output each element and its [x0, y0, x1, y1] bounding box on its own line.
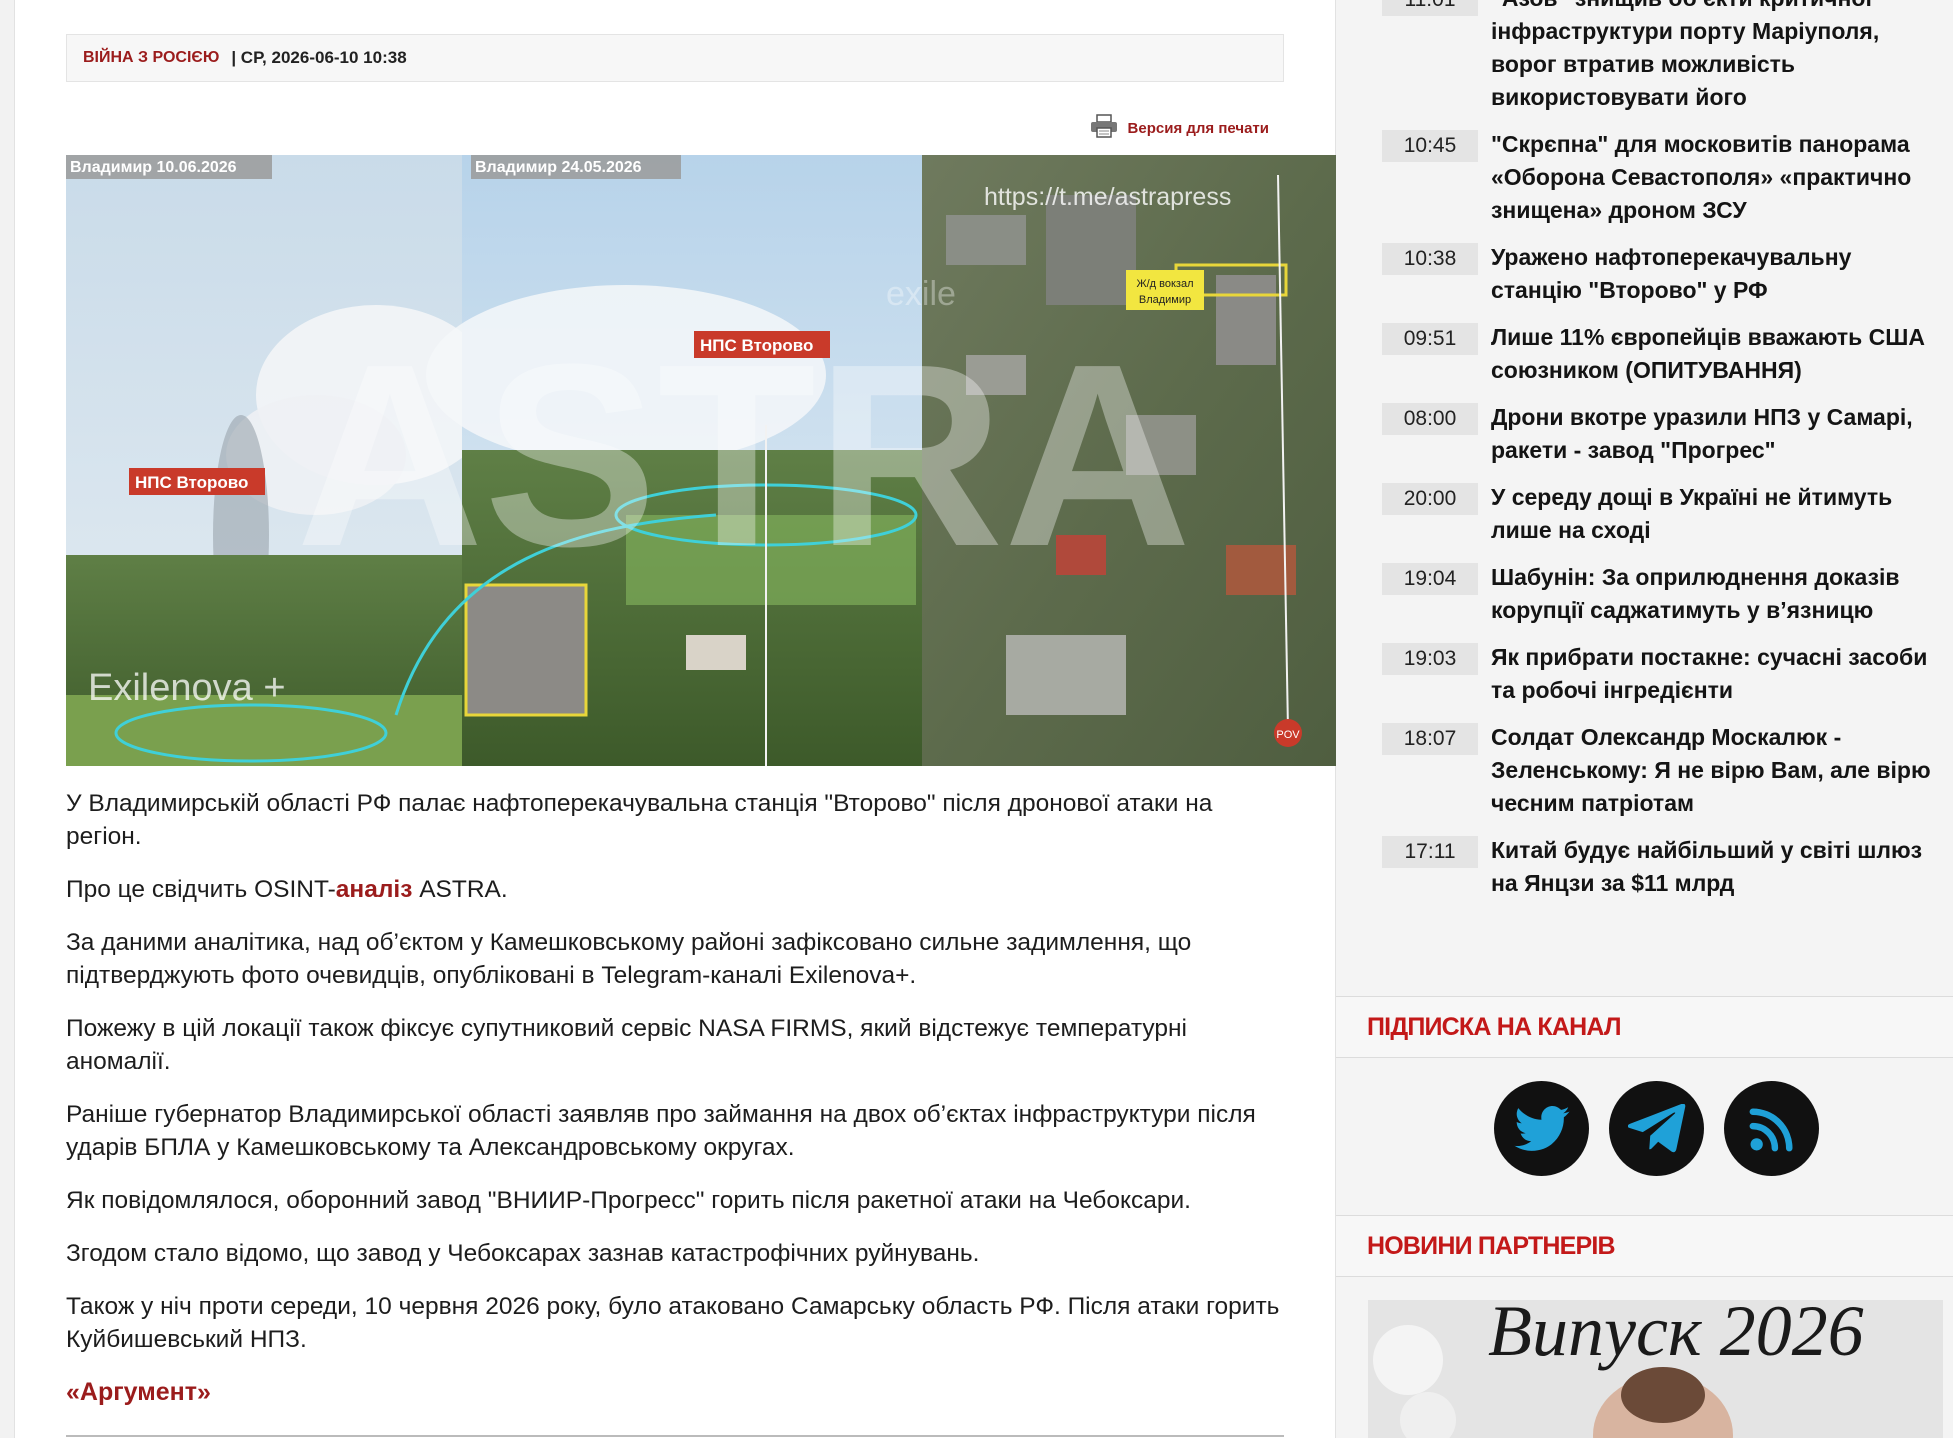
article-body: У Владимирській області РФ палає нафтопе…	[66, 787, 1291, 1429]
station-label-line2: Владимир	[1139, 294, 1191, 306]
panel2-date-label: Владимир 24.05.2026	[475, 159, 642, 176]
news-time: 18:07	[1382, 723, 1478, 755]
npss-label-2: НПС Второво	[700, 336, 813, 355]
paragraph-text: Про це свідчить OSINT-	[66, 876, 336, 903]
article-paragraph: Як повідомлялося, оборонний завод "ВНИИР…	[66, 1187, 1191, 1214]
npss-label-1: НПС Второво	[135, 473, 248, 492]
news-time: 09:51	[1382, 323, 1478, 355]
social-buttons	[1494, 1081, 1819, 1176]
astrapress-url: https://t.me/astrapress	[984, 183, 1231, 211]
twitter-button[interactable]	[1494, 1081, 1589, 1176]
article-paragraph: Пожежу в цій локації також фіксує супутн…	[66, 1015, 1187, 1075]
news-item[interactable]: 17:11 Китай будує найбільший у світі шлюз…	[1382, 834, 1942, 900]
news-time: 08:00	[1382, 403, 1478, 435]
news-item[interactable]: 19:03 Як прибрати постакне: сучасні засоб…	[1382, 641, 1942, 707]
source-credit[interactable]: «Аргумент»	[66, 1376, 1291, 1409]
news-item[interactable]: 09:51 Лише 11% європейців вважають США со…	[1382, 321, 1942, 387]
news-title-link[interactable]: Китай будує найбільший у світі шлюз на Я…	[1491, 834, 1942, 900]
news-title-link[interactable]: Солдат Олександр Москалюк - Зеленському:…	[1491, 721, 1942, 820]
news-item[interactable]: 18:07 Солдат Олександр Москалюк - Зеленсь…	[1382, 721, 1942, 820]
news-time: 11:01	[1382, 0, 1478, 16]
rss-icon	[1749, 1107, 1793, 1151]
news-time: 19:03	[1382, 643, 1478, 675]
article-paragraph: Також у ніч проти середи, 10 червня 2026…	[66, 1293, 1280, 1353]
station-label-line1: Ж/д вокзал	[1136, 278, 1193, 290]
sidebar: 11:01 "Азов" знищив об’єкти критичної інф…	[1336, 0, 1953, 1438]
article-photo: POV ASTRA exile Владимир 10.06.2026 Влад…	[66, 155, 1337, 766]
news-time: 10:45	[1382, 130, 1478, 162]
panel1-date-label: Владимир 10.06.2026	[70, 159, 237, 176]
subscribe-header: ПІДПИСКА НА КАНАЛ	[1336, 996, 1953, 1058]
news-time: 20:00	[1382, 483, 1478, 515]
category-link[interactable]: ВІЙНА З РОСІЄЮ	[83, 49, 219, 67]
news-title-link[interactable]: "Азов" знищив об’єкти критичної інфрастр…	[1491, 0, 1942, 114]
article-paragraph: Згодом стало відомо, що завод у Чебоксар…	[66, 1240, 980, 1267]
news-title-link[interactable]: "Скрєпна" для московитів панорама «Оборо…	[1491, 128, 1942, 227]
print-version-link[interactable]: Версия для печати	[1090, 114, 1269, 142]
news-title-link[interactable]: У середу дощі в Україні не йтимуть лише …	[1491, 481, 1942, 547]
rss-button[interactable]	[1724, 1081, 1819, 1176]
news-title-link[interactable]: Як прибрати постакне: сучасні засоби та …	[1491, 641, 1942, 707]
article-paragraph: Про це свідчить OSINT-аналіз ASTRA.	[66, 873, 1291, 906]
article-column: ВІЙНА З РОСІЄЮ | СР, 2026-06-10 10:38 Ве…	[14, 0, 1337, 1438]
partner-image-caption: Випуск 2026	[1488, 1300, 1864, 1371]
news-title-link[interactable]: Шабунін: За оприлюднення доказів корупці…	[1491, 561, 1942, 627]
news-time: 19:04	[1382, 563, 1478, 595]
news-time: 10:38	[1382, 243, 1478, 275]
bottom-divider	[66, 1435, 1284, 1437]
partners-header: НОВИНИ ПАРТНЕРІВ	[1336, 1215, 1953, 1277]
print-version-label: Версия для печати	[1127, 119, 1269, 137]
news-title-link[interactable]: Дрони вкотре уразили НПЗ у Самарі, ракет…	[1491, 401, 1942, 467]
telegram-icon	[1627, 1103, 1685, 1152]
exilenova-watermark: exile	[886, 275, 956, 313]
news-item[interactable]: 20:00 У середу дощі в Україні не йтимуть …	[1382, 481, 1942, 547]
news-item[interactable]: 08:00 Дрони вкотре уразили НПЗ у Самарі, …	[1382, 401, 1942, 467]
news-title-link[interactable]: Лише 11% європейців вважають США союзник…	[1491, 321, 1942, 387]
printer-icon	[1090, 114, 1118, 142]
article-paragraph: Раніше губернатор Владимирської області …	[66, 1101, 1256, 1161]
article-paragraph: За даними аналітика, над об’єктом у Каме…	[66, 929, 1192, 989]
news-item[interactable]: 10:45 "Скрєпна" для московитів панорама «…	[1382, 128, 1942, 227]
pov-label: POV	[1276, 729, 1300, 741]
news-title-link[interactable]: Уражено нафтоперекачувальну станцію "Вто…	[1491, 241, 1942, 307]
article-paragraph: У Владимирській області РФ палає нафтопе…	[66, 790, 1213, 850]
paragraph-text: ASTRA.	[412, 876, 508, 903]
twitter-icon	[1513, 1105, 1570, 1151]
news-item[interactable]: 11:01 "Азов" знищив об’єкти критичної інф…	[1382, 0, 1942, 114]
partner-news-image[interactable]: Випуск 2026	[1368, 1300, 1943, 1438]
news-item[interactable]: 10:38 Уражено нафтоперекачувальну станцію…	[1382, 241, 1942, 307]
news-time: 17:11	[1382, 836, 1478, 868]
article-meta-bar: ВІЙНА З РОСІЄЮ | СР, 2026-06-10 10:38	[66, 34, 1284, 82]
exilenova-credit: Exilenova +	[88, 667, 286, 709]
publish-date: | СР, 2026-06-10 10:38	[231, 48, 407, 67]
analysis-link[interactable]: аналіз	[336, 876, 413, 903]
telegram-button[interactable]	[1609, 1081, 1704, 1176]
news-item[interactable]: 19:04 Шабунін: За оприлюднення доказів ко…	[1382, 561, 1942, 627]
news-list: 11:01 "Азов" знищив об’єкти критичної інф…	[1382, 0, 1942, 914]
